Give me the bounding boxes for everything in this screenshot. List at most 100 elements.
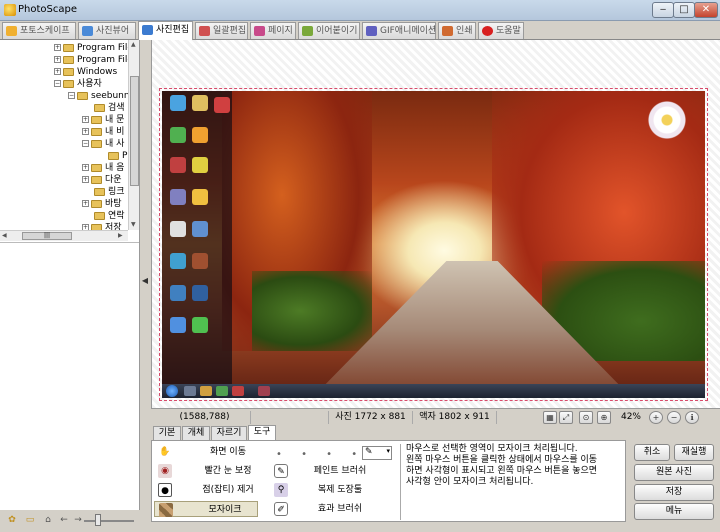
redo-button[interactable]: 재실행 <box>674 444 714 461</box>
tree-item[interactable]: + 저장 <box>82 222 122 230</box>
tab-page[interactable]: 페이지 <box>250 22 296 39</box>
tab-basic[interactable]: 기본 <box>153 426 181 440</box>
tool-effect-brush[interactable]: ✐ 효과 브러쉬 <box>274 501 394 517</box>
tool-spot-remove[interactable]: ● 점(잡티) 제거 <box>158 482 258 498</box>
expand-icon[interactable]: + <box>82 176 89 183</box>
fit-icon[interactable]: ⤢ <box>559 411 573 424</box>
save-button[interactable]: 저장 <box>634 484 714 501</box>
tree-item[interactable]: + 다운 <box>82 174 122 186</box>
tab-print[interactable]: 인쇄 <box>438 22 476 39</box>
collapse-icon[interactable]: − <box>68 92 75 99</box>
tree-item[interactable]: − 사용자 <box>54 78 102 90</box>
tree-item[interactable]: P <box>108 150 127 162</box>
zoom-fit-icon[interactable]: ⊕ <box>597 411 611 424</box>
expand-icon[interactable]: + <box>82 116 89 123</box>
tab-photoscape[interactable]: 포토스케이프 <box>2 22 76 39</box>
tree-item[interactable]: 검색 <box>94 102 125 114</box>
star-icon[interactable]: ✿ <box>6 514 18 526</box>
photo-grass-left <box>252 271 372 351</box>
tree-item[interactable]: + 바탕 <box>82 198 122 210</box>
maximize-button[interactable]: □ <box>673 2 695 18</box>
tool-mosaic[interactable]: 모자이크 <box>154 501 258 517</box>
scroll-left-icon[interactable]: ◀ <box>2 232 7 239</box>
scroll-down-icon[interactable]: ▼ <box>131 221 136 228</box>
tree-item[interactable]: + Windows <box>54 66 117 78</box>
folder-icon <box>108 151 119 160</box>
tree-item-label: 검색 <box>108 103 125 113</box>
tree-vertical-scrollbar[interactable]: ▲ ▼ <box>128 40 139 230</box>
collapse-icon[interactable]: − <box>54 80 61 87</box>
zoom-out-icon[interactable]: − <box>667 411 681 424</box>
scrollbar-thumb[interactable]: ||| <box>22 232 72 240</box>
tab-editor[interactable]: 사진편집 <box>138 21 193 40</box>
tool-pan[interactable]: ✋ 화면 이동 <box>158 444 258 460</box>
tab-batch[interactable]: 일괄편집 <box>195 22 248 39</box>
clone-stamp-icon: ⚲ <box>274 483 288 497</box>
tree-item[interactable]: + 내 음 <box>82 162 124 174</box>
tree-item[interactable]: + 내 비 <box>82 126 124 138</box>
folder-tree[interactable]: + Program File + Program File + Windows − 사용… <box>0 40 128 230</box>
folder-open-icon[interactable]: ⌂ <box>42 514 54 526</box>
desktop-icon <box>192 317 208 333</box>
expand-icon[interactable]: + <box>82 164 89 171</box>
tree-item[interactable]: + Program File <box>54 54 128 66</box>
checker-icon[interactable]: ▦ <box>543 411 557 424</box>
tree-item-label: Program File <box>77 55 128 65</box>
tree-horizontal-scrollbar[interactable]: ◀ ||| ▶ <box>0 230 128 241</box>
back-icon[interactable]: ← <box>58 514 70 526</box>
page-icon <box>254 26 265 36</box>
close-button[interactable]: ✕ <box>694 2 718 18</box>
info-icon[interactable]: ℹ <box>685 411 699 424</box>
dot-icon: ● <box>158 483 172 497</box>
tab-combine[interactable]: 이어붙이기 <box>298 22 360 39</box>
tree-item-label: 바탕 <box>105 199 122 209</box>
expand-icon[interactable]: + <box>54 56 61 63</box>
tree-item[interactable]: 링크 <box>94 186 125 198</box>
scrollbar-thumb[interactable] <box>130 76 139 186</box>
slider-handle[interactable] <box>95 514 101 526</box>
brush-shape-select[interactable]: ✎ ▾ <box>362 446 392 460</box>
desktop-icon <box>192 157 208 173</box>
tree-item[interactable]: − 내 사 <box>82 138 124 150</box>
original-photo-button[interactable]: 원본 사진 <box>634 464 714 481</box>
taskbar-icon <box>184 386 196 396</box>
panel-collapse-icon[interactable]: ◀ <box>140 276 150 290</box>
taskbar-icon <box>232 386 244 396</box>
tree-item[interactable]: + Program File <box>54 42 128 54</box>
folder-icon <box>91 163 102 172</box>
tree-item-label: 다운 <box>105 175 122 185</box>
window-title: PhotoScape <box>18 4 77 15</box>
tab-crop[interactable]: 자르기 <box>211 426 247 440</box>
folder-icon[interactable]: ▭ <box>24 514 36 526</box>
expand-icon[interactable]: + <box>82 200 89 207</box>
tool-paint-brush[interactable]: ✎ 페인트 브러쉬 <box>274 463 394 479</box>
thumbnail-size-slider[interactable] <box>84 520 134 522</box>
cancel-button[interactable]: 취소 <box>634 444 670 461</box>
expand-icon[interactable]: + <box>82 128 89 135</box>
tab-gif[interactable]: GIF애니메이션 <box>362 22 436 39</box>
tool-label: 페인트 브러쉬 <box>313 466 367 476</box>
edited-photo[interactable] <box>162 91 705 398</box>
zoom-in-icon[interactable]: + <box>649 411 663 424</box>
brush-size-dots[interactable]: • • • • <box>276 449 365 460</box>
tree-item[interactable]: + 내 문 <box>82 114 124 126</box>
minimize-button[interactable]: ‒ <box>652 2 674 18</box>
tree-item[interactable]: 연락 <box>94 210 125 222</box>
tool-red-eye[interactable]: ◉ 빨간 눈 보정 <box>158 463 258 479</box>
scroll-right-icon[interactable]: ▶ <box>118 232 123 239</box>
tree-item[interactable]: − seebunn <box>68 90 128 102</box>
tab-viewer[interactable]: 사진뷰어 <box>78 22 136 39</box>
scroll-up-icon[interactable]: ▲ <box>131 41 136 48</box>
expand-icon[interactable]: + <box>54 44 61 51</box>
tool-clone-stamp[interactable]: ⚲ 복제 도장툴 <box>274 482 394 498</box>
frame-size: 액자 1802 x 911 <box>413 411 497 424</box>
collapse-icon[interactable]: − <box>82 140 89 147</box>
forward-icon[interactable]: → <box>72 514 84 526</box>
expand-icon[interactable]: + <box>54 68 61 75</box>
tab-help[interactable]: 도움말 <box>478 22 524 39</box>
zoom-actual-icon[interactable]: ⊙ <box>579 411 593 424</box>
tab-tools[interactable]: 도구 <box>248 425 276 440</box>
photo-canvas[interactable] <box>151 40 720 408</box>
tab-object[interactable]: 개체 <box>182 426 210 440</box>
menu-button[interactable]: 메뉴 <box>634 503 714 520</box>
